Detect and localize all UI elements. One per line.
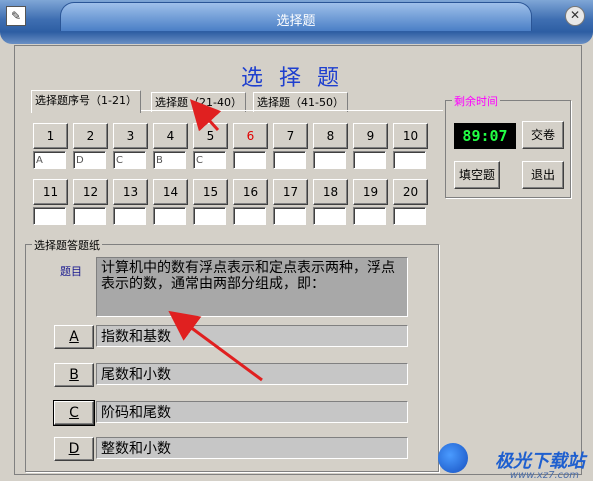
annotation-arrows [168, 99, 263, 382]
watermark-logo-icon [438, 443, 468, 473]
arrow-to-tab [189, 99, 222, 132]
watermark-url: www.xz7.com [509, 470, 579, 481]
arrow-to-question [168, 310, 263, 382]
app-window: ✎ 选择题 ✕ 选择题 选择题序号（1-21） 选择题（21-40） 选择题（4… [0, 0, 593, 481]
tab-questions-1-21[interactable]: 选择题序号（1-21） [31, 90, 141, 113]
